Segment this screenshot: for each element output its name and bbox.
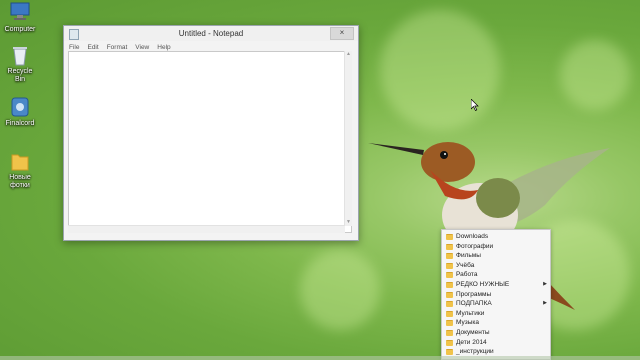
- menu-item-label: _инструкции: [456, 348, 494, 356]
- menu-item-subfolder[interactable]: ПОДПАПКА ▶: [442, 299, 550, 309]
- text-editor-area[interactable]: [68, 51, 352, 233]
- desktop-icon-finalcord[interactable]: Finalcord: [2, 96, 38, 128]
- mouse-cursor-icon: [471, 99, 479, 111]
- menu-file[interactable]: File: [69, 44, 79, 51]
- desktop-icon-label: Finalcord: [5, 120, 35, 127]
- folder-icon: [446, 253, 453, 260]
- submenu-arrow-icon: ▶: [543, 280, 547, 287]
- menu-item-label: Музыка: [456, 319, 479, 327]
- menu-item-label: Мультики: [456, 309, 485, 317]
- submenu-arrow-icon: ▶: [543, 300, 547, 307]
- recycle-bin-icon: [9, 44, 31, 66]
- window-title: Untitled - Notepad: [178, 29, 244, 38]
- menu-item-study[interactable]: Учёба: [442, 261, 550, 271]
- desktop-icon-recycle-bin[interactable]: Recycle Bin: [2, 44, 38, 84]
- menu-item-label: РЕДКО НУЖНЫЕ: [456, 280, 510, 288]
- folder-icon: [9, 150, 31, 172]
- menu-item-documents[interactable]: Документы: [442, 328, 550, 338]
- taskbar[interactable]: [0, 356, 640, 360]
- folder-icon: [446, 243, 453, 250]
- menu-item-work[interactable]: Работа: [442, 270, 550, 280]
- menu-item-label: Фотографии: [456, 242, 494, 250]
- menu-view[interactable]: View: [135, 44, 149, 51]
- menu-item-kids-2014[interactable]: Дети 2014: [442, 338, 550, 348]
- menu-item-rarely-needed[interactable]: РЕДКО НУЖНЫЕ ▶: [442, 280, 550, 290]
- folder-icon: [446, 262, 453, 269]
- desktop-icon-new-photos[interactable]: Новые фотки: [2, 150, 38, 190]
- folder-icon: [446, 339, 453, 346]
- folder-icon: [446, 272, 453, 279]
- menu-format[interactable]: Format: [107, 44, 128, 51]
- menu-item-label: Документы: [456, 328, 490, 336]
- desktop-icon-label: Новые: [9, 174, 31, 181]
- menu-item-music[interactable]: Музыка: [442, 318, 550, 328]
- desktop-icon-label: фотки: [10, 182, 30, 189]
- desktop-icon-label: Computer: [4, 26, 36, 33]
- menu-help[interactable]: Help: [157, 44, 170, 51]
- menu-item-label: Учёба: [456, 261, 475, 269]
- menu-item-label: Дети 2014: [456, 338, 487, 346]
- menu-edit[interactable]: Edit: [87, 44, 98, 51]
- folder-icon: [446, 329, 453, 336]
- menu-item-label: Downloads: [456, 233, 489, 240]
- desktop-icon-label: Recycle Bin: [7, 68, 33, 83]
- menu-item-label: Работа: [456, 271, 478, 279]
- menu-item-films[interactable]: Фильмы: [442, 251, 550, 261]
- folder-icon: [446, 234, 453, 240]
- desktop-icon-computer[interactable]: Computer: [2, 2, 38, 34]
- folder-icon: [446, 320, 453, 327]
- notepad-window[interactable]: Untitled - Notepad × File Edit Format Vi…: [63, 25, 359, 241]
- menu-item-label: ПОДПАПКА: [456, 300, 492, 308]
- menu-item-programs[interactable]: Программы: [442, 290, 550, 300]
- folder-icon: [446, 310, 453, 317]
- menu-item-downloads[interactable]: Downloads: [442, 232, 550, 242]
- computer-icon: [9, 2, 31, 24]
- folder-menu: Downloads Фотографии Фильмы Учёба Работа…: [441, 229, 551, 360]
- menu-item-cartoons[interactable]: Мультики: [442, 309, 550, 319]
- menu-item-label: Фильмы: [456, 252, 481, 260]
- folder-icon: [446, 349, 453, 356]
- app-icon: [9, 96, 31, 118]
- close-button[interactable]: ×: [330, 27, 354, 40]
- folder-icon: [446, 291, 453, 298]
- title-bar[interactable]: Untitled - Notepad ×: [64, 26, 358, 41]
- folder-icon: [446, 281, 453, 288]
- menu-item-photos[interactable]: Фотографии: [442, 242, 550, 252]
- menu-item-label: Программы: [456, 290, 492, 298]
- folder-icon: [446, 301, 453, 308]
